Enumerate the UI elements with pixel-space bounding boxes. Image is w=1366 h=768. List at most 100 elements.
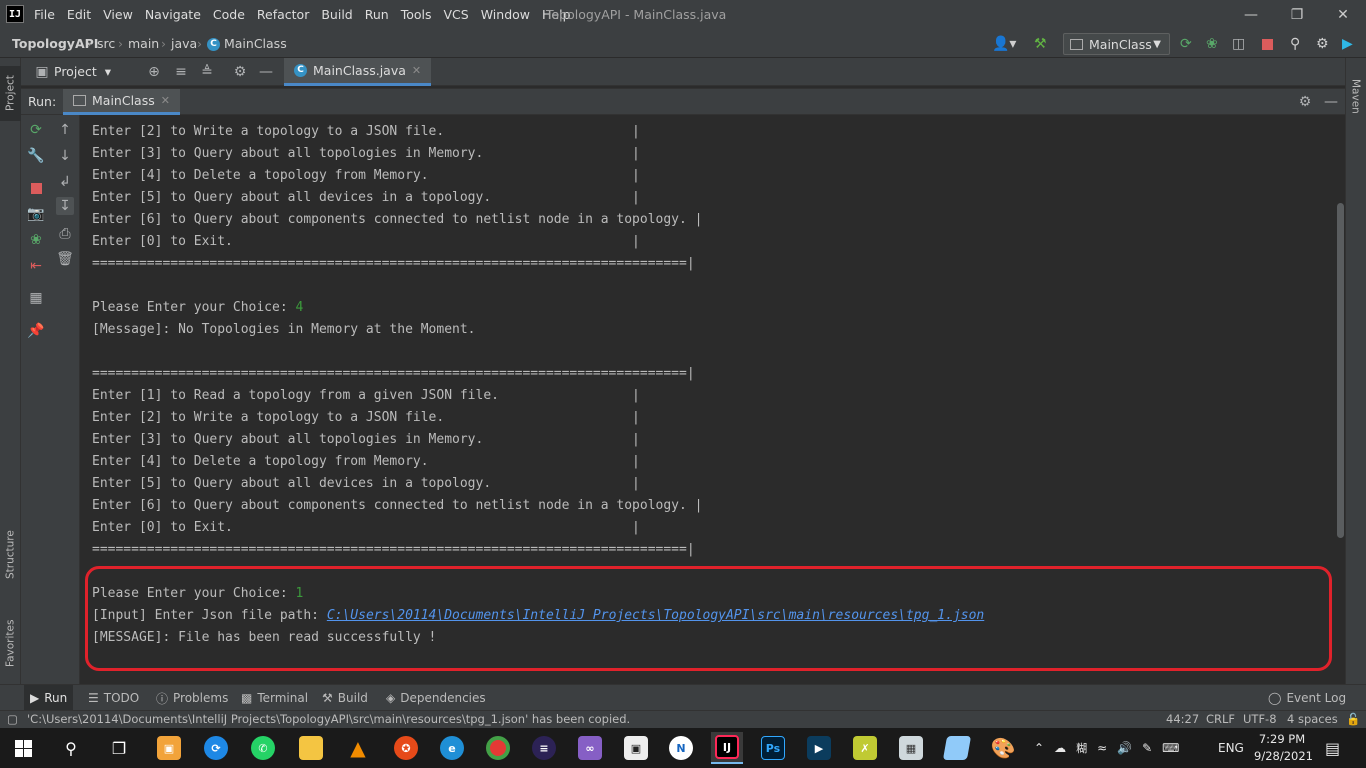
whatsapp-icon[interactable]: ✆	[247, 732, 279, 764]
lock-icon[interactable]: 🔓	[1346, 711, 1360, 728]
tab-mainclass-java[interactable]: C MainClass.java ✕	[284, 58, 432, 86]
line-separator[interactable]: CRLF	[1206, 711, 1235, 728]
breadcrumb-main[interactable]: main	[128, 30, 159, 58]
rerun-icon[interactable]: ⟳	[1180, 35, 1192, 53]
app-icon[interactable]: ✗	[849, 732, 881, 764]
run-tab-mainclass[interactable]: MainClass ✕	[63, 89, 180, 115]
menu-vcs[interactable]: VCS	[444, 0, 469, 30]
trash-icon[interactable]: 🗑	[56, 250, 74, 268]
restore-icon[interactable]: ❐	[1274, 0, 1320, 30]
clock[interactable]: 7:29 PM 9/28/2021	[1254, 731, 1313, 765]
chrome-icon[interactable]	[482, 732, 514, 764]
soft-wrap-icon[interactable]: ↲	[56, 173, 74, 191]
debug-bug-icon[interactable]: ❀	[27, 231, 45, 249]
search-icon[interactable]: ⚲	[55, 732, 87, 764]
tool-tab-dependencies[interactable]: ◈ Dependencies	[380, 685, 492, 711]
run-configuration-select[interactable]: MainClass ▼	[1063, 33, 1170, 55]
close-tab-icon[interactable]: ✕	[161, 94, 170, 107]
coverage-icon[interactable]: ◫	[1232, 35, 1245, 53]
volume-icon[interactable]: 🔊	[1117, 741, 1132, 755]
indent-setting[interactable]: 4 spaces	[1287, 711, 1338, 728]
stop-icon[interactable]	[1258, 35, 1276, 53]
cloud-icon[interactable]: ☁	[1054, 741, 1066, 755]
sync-app-icon[interactable]: ⟳	[200, 732, 232, 764]
store-app-icon[interactable]: ▣	[153, 732, 185, 764]
windows-start-icon[interactable]	[7, 732, 39, 764]
breadcrumb-project[interactable]: TopologyAPI	[12, 30, 98, 58]
menu-refactor[interactable]: Refactor	[257, 0, 309, 30]
tool-tab-project[interactable]: Project	[0, 66, 21, 121]
console-scrollbar[interactable]	[1336, 115, 1345, 684]
menu-view[interactable]: View	[103, 0, 133, 30]
rerun-icon[interactable]: ⟳	[27, 121, 45, 139]
project-dropdown[interactable]: Project ▾	[54, 58, 111, 86]
wifi-icon[interactable]: ≈	[1097, 741, 1107, 755]
status-message[interactable]: 'C:\Users\20114\Documents\IntelliJ Proje…	[27, 711, 630, 728]
menu-file[interactable]: File	[34, 0, 55, 30]
menu-run[interactable]: Run	[365, 0, 389, 30]
breadcrumb-java[interactable]: java	[171, 30, 197, 58]
collapse-all-icon[interactable]: ≜	[198, 63, 216, 81]
photoshop-icon[interactable]: Ps	[757, 732, 789, 764]
tool-tab-structure[interactable]: Structure	[0, 520, 21, 590]
file-explorer-icon[interactable]	[295, 732, 327, 764]
gear-icon[interactable]: ⚙	[1296, 93, 1314, 111]
debug-bug-icon[interactable]: ❀	[1206, 35, 1218, 53]
vlc-icon[interactable]: ▲	[342, 732, 374, 764]
paint-icon[interactable]: 🎨	[987, 732, 1019, 764]
app-icon[interactable]: ▶	[803, 732, 835, 764]
intellij-logo-icon[interactable]: IJ	[6, 5, 24, 23]
intellij-taskbar-icon[interactable]: IJ	[711, 732, 743, 764]
menu-navigate[interactable]: Navigate	[145, 0, 201, 30]
print-icon[interactable]: ⎙	[56, 225, 74, 243]
scroll-to-end-icon[interactable]: ↧	[56, 197, 74, 215]
tool-tab-todo[interactable]: ☰ TODO	[82, 685, 145, 711]
gear-icon[interactable]: ⚙	[1316, 35, 1329, 53]
arrow-down-icon[interactable]: ↓	[56, 147, 74, 165]
scrollbar-thumb[interactable]	[1337, 203, 1344, 538]
notification-icon[interactable]: ▤	[1325, 728, 1340, 768]
app-icon[interactable]: ▦	[895, 732, 927, 764]
language-indicator[interactable]: ENG	[1218, 728, 1244, 768]
camera-icon[interactable]: 📷	[27, 205, 45, 223]
close-icon[interactable]: ✕	[1320, 0, 1366, 30]
tool-tab-favorites[interactable]: Favorites	[0, 608, 21, 678]
wrench-icon[interactable]: 🔧	[27, 147, 45, 165]
eclipse-icon[interactable]: ≡	[528, 732, 560, 764]
user-icon[interactable]: 👤▾	[992, 35, 1016, 53]
pen-icon[interactable]: ✎	[1142, 741, 1152, 755]
menu-edit[interactable]: Edit	[67, 0, 91, 30]
tool-tab-build[interactable]: ⚒ Build	[316, 685, 374, 711]
task-view-icon[interactable]: ❐	[103, 732, 135, 764]
layout-icon[interactable]: ▦	[27, 289, 45, 307]
ime-icon[interactable]: 糊	[1076, 740, 1087, 756]
expand-all-icon[interactable]: ≡	[172, 63, 190, 81]
cursor-position[interactable]: 44:27	[1166, 711, 1199, 728]
gear-icon[interactable]: ⚙	[231, 63, 249, 81]
hammer-build-icon[interactable]: ⚒	[1034, 35, 1047, 53]
plugin-logo-icon[interactable]: ▶	[1342, 35, 1353, 53]
search-icon[interactable]: ⚲	[1290, 35, 1300, 53]
exit-icon[interactable]: ⇤	[27, 257, 45, 275]
event-log-button[interactable]: ◯ Event Log	[1262, 685, 1352, 711]
menu-build[interactable]: Build	[321, 0, 352, 30]
visual-studio-icon[interactable]: ∞	[574, 732, 606, 764]
pin-icon[interactable]: 📌	[27, 322, 45, 340]
status-window-icon[interactable]: ▢	[7, 711, 18, 728]
file-encoding[interactable]: UTF-8	[1243, 711, 1277, 728]
menu-code[interactable]: Code	[213, 0, 245, 30]
file-path-link[interactable]: C:\Users\20114\Documents\IntelliJ Projec…	[327, 608, 984, 623]
stop-icon[interactable]	[27, 179, 45, 197]
tool-tab-run[interactable]: ▶ Run	[24, 685, 74, 711]
arrow-up-icon[interactable]: ↑	[56, 121, 74, 139]
minimize-panel-icon[interactable]: —	[1322, 93, 1340, 111]
keyboard-icon[interactable]: ⌨	[1162, 741, 1179, 755]
console-output[interactable]: Enter [2] to Write a topology to a JSON …	[80, 115, 1336, 684]
app-icon[interactable]: N	[665, 732, 697, 764]
app-icon[interactable]: ▣	[620, 732, 652, 764]
close-tab-icon[interactable]: ✕	[412, 64, 421, 77]
app-icon[interactable]: ✪	[390, 732, 422, 764]
app-icon[interactable]	[941, 732, 973, 764]
minimize-panel-icon[interactable]: —	[257, 63, 275, 81]
breadcrumb-mainclass[interactable]: C MainClass	[207, 30, 287, 58]
